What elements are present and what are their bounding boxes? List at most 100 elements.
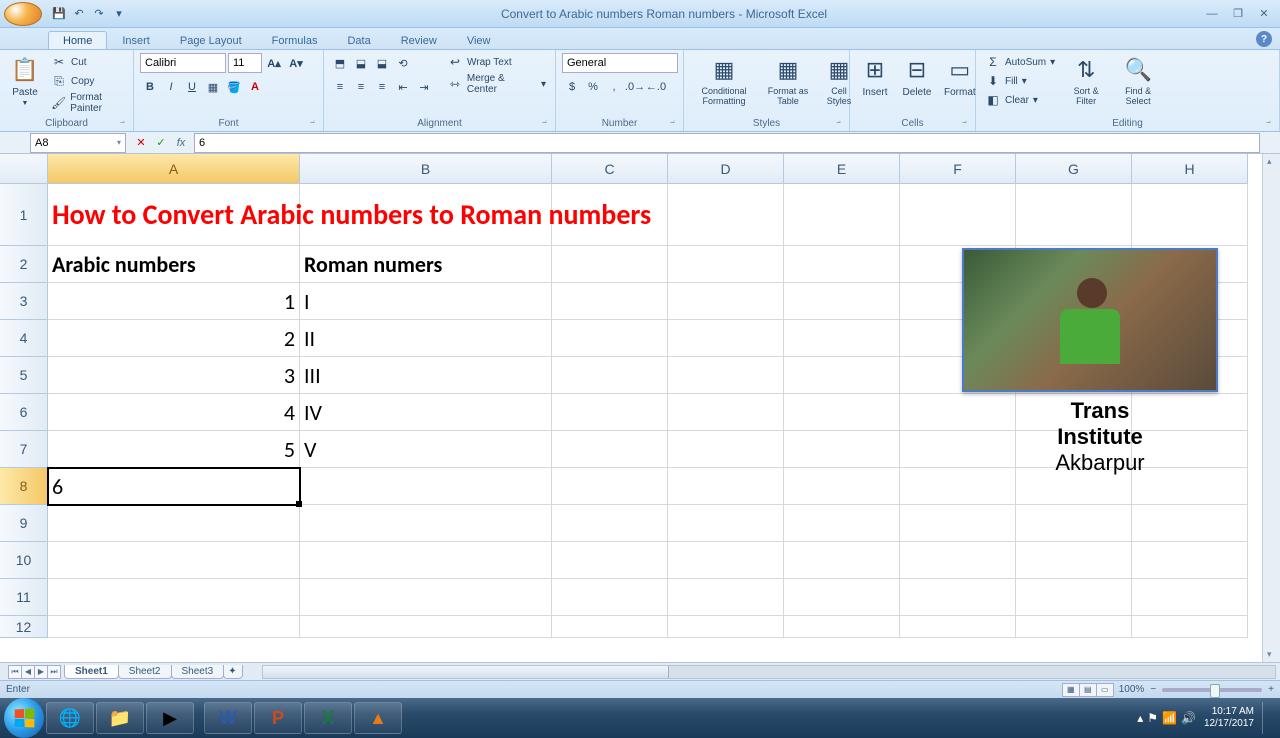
tab-insert[interactable]: Insert [107, 31, 165, 49]
cell-D8[interactable] [668, 468, 784, 505]
cell-D3[interactable] [668, 283, 784, 320]
taskbar-ie-icon[interactable]: 🌐 [46, 702, 94, 734]
cell-G11[interactable] [1016, 579, 1132, 616]
zoom-out-icon[interactable]: − [1150, 684, 1156, 695]
cell-D9[interactable] [668, 505, 784, 542]
office-button[interactable] [4, 2, 42, 26]
cell-A8[interactable]: 6 [48, 468, 300, 505]
italic-button[interactable]: I [161, 77, 181, 97]
cell-C8[interactable] [552, 468, 668, 505]
font-color-button[interactable]: A [245, 77, 265, 97]
cell-D5[interactable] [668, 357, 784, 394]
col-header-H[interactable]: H [1132, 154, 1248, 184]
align-top-icon[interactable]: ⬒ [330, 53, 350, 73]
embedded-photo[interactable] [962, 248, 1218, 392]
cell-C11[interactable] [552, 579, 668, 616]
decrease-decimal-icon[interactable]: ←.0 [646, 77, 666, 97]
tray-volume-icon[interactable]: 🔊 [1181, 711, 1196, 725]
tab-formulas[interactable]: Formulas [257, 31, 333, 49]
cell-A12[interactable] [48, 616, 300, 638]
col-header-D[interactable]: D [668, 154, 784, 184]
cell-D6[interactable] [668, 394, 784, 431]
cell-G12[interactable] [1016, 616, 1132, 638]
redo-icon[interactable]: ↷ [90, 5, 108, 23]
cell-A2[interactable]: Arabic numbers [48, 246, 300, 283]
cut-button[interactable]: ✂Cut [48, 53, 127, 71]
cell-A5[interactable]: 3 [48, 357, 300, 394]
zoom-level[interactable]: 100% [1119, 684, 1145, 695]
cell-H10[interactable] [1132, 542, 1248, 579]
tab-view[interactable]: View [452, 31, 506, 49]
cell-G10[interactable] [1016, 542, 1132, 579]
fill-color-button[interactable]: 🪣 [224, 77, 244, 97]
cell-A6[interactable]: 4 [48, 394, 300, 431]
cell-D10[interactable] [668, 542, 784, 579]
row-header-9[interactable]: 9 [0, 505, 48, 542]
cell-B2[interactable]: Roman numers [300, 246, 552, 283]
minimize-button[interactable]: — [1200, 5, 1224, 23]
zoom-in-icon[interactable]: + [1268, 684, 1274, 695]
cell-E1[interactable] [784, 184, 900, 246]
underline-button[interactable]: U [182, 77, 202, 97]
help-icon[interactable]: ? [1256, 31, 1272, 47]
row-header-6[interactable]: 6 [0, 394, 48, 431]
align-left-icon[interactable]: ≡ [330, 77, 350, 97]
show-desktop-button[interactable] [1262, 702, 1270, 734]
cell-B9[interactable] [300, 505, 552, 542]
cell-G1[interactable] [1016, 184, 1132, 246]
cell-C3[interactable] [552, 283, 668, 320]
border-button[interactable]: ▦ [203, 77, 223, 97]
cell-C6[interactable] [552, 394, 668, 431]
taskbar-clock[interactable]: 10:17 AM 12/17/2017 [1204, 706, 1254, 730]
conditional-formatting-button[interactable]: ▦Conditional Formatting [690, 53, 758, 109]
cell-H1[interactable] [1132, 184, 1248, 246]
row-header-5[interactable]: 5 [0, 357, 48, 394]
increase-font-icon[interactable]: A▴ [264, 53, 284, 73]
cell-D4[interactable] [668, 320, 784, 357]
tray-up-icon[interactable]: ▴ [1137, 711, 1143, 725]
row-header-7[interactable]: 7 [0, 431, 48, 468]
sheet-tab-2[interactable]: Sheet2 [118, 665, 172, 679]
cell-F6[interactable] [900, 394, 1016, 431]
taskbar-excel-icon[interactable]: X [304, 702, 352, 734]
sort-filter-button[interactable]: ⇅Sort & Filter [1062, 53, 1110, 109]
cancel-edit-icon[interactable]: ✕ [132, 134, 150, 152]
paste-button[interactable]: 📋Paste▼ [6, 53, 44, 109]
col-header-F[interactable]: F [900, 154, 1016, 184]
cell-F10[interactable] [900, 542, 1016, 579]
cell-C5[interactable] [552, 357, 668, 394]
formula-input[interactable] [194, 133, 1260, 153]
row-header-11[interactable]: 11 [0, 579, 48, 616]
tray-flag-icon[interactable]: ⚑ [1147, 711, 1158, 725]
select-all-corner[interactable] [0, 154, 48, 184]
wrap-text-button[interactable]: ↩Wrap Text [444, 53, 549, 71]
cell-A11[interactable] [48, 579, 300, 616]
delete-cells-button[interactable]: ⊟Delete [898, 53, 936, 100]
row-header-3[interactable]: 3 [0, 283, 48, 320]
cell-H12[interactable] [1132, 616, 1248, 638]
cell-B12[interactable] [300, 616, 552, 638]
cell-E7[interactable] [784, 431, 900, 468]
taskbar-explorer-icon[interactable]: 📁 [96, 702, 144, 734]
cell-H11[interactable] [1132, 579, 1248, 616]
cell-E8[interactable] [784, 468, 900, 505]
row-header-1[interactable]: 1 [0, 184, 48, 246]
cell-D11[interactable] [668, 579, 784, 616]
bold-button[interactable]: B [140, 77, 160, 97]
decrease-indent-icon[interactable]: ⇤ [393, 77, 413, 97]
cell-B10[interactable] [300, 542, 552, 579]
insert-cells-button[interactable]: ⊞Insert [856, 53, 894, 100]
undo-icon[interactable]: ↶ [70, 5, 88, 23]
sheet-nav-last-icon[interactable]: ⏭ [47, 665, 61, 679]
orientation-icon[interactable]: ⟲ [393, 53, 413, 73]
cell-D1[interactable] [668, 184, 784, 246]
cell-C9[interactable] [552, 505, 668, 542]
autosum-button[interactable]: ΣAutoSum ▾ [982, 53, 1058, 71]
cell-F1[interactable] [900, 184, 1016, 246]
cell-C4[interactable] [552, 320, 668, 357]
number-format-select[interactable] [562, 53, 678, 73]
cell-B3[interactable]: I [300, 283, 552, 320]
row-header-2[interactable]: 2 [0, 246, 48, 283]
merge-center-button[interactable]: ⇿Merge & Center ▾ [444, 72, 549, 96]
tab-page-layout[interactable]: Page Layout [165, 31, 257, 49]
